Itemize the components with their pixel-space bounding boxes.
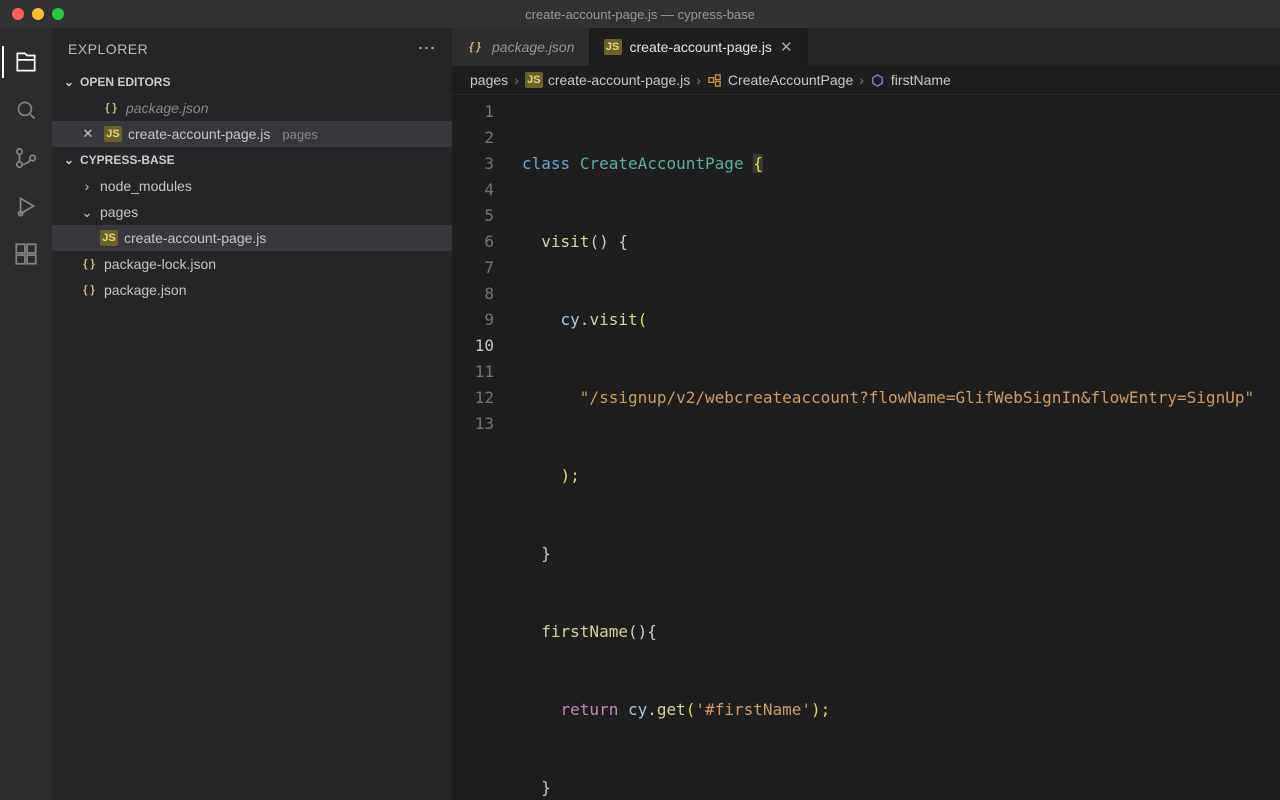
tab-bar: { } package.json JS create-account-page.… (452, 28, 1280, 66)
minimize-window-button[interactable] (32, 8, 44, 20)
json-file-icon: { } (466, 39, 484, 55)
breadcrumbs: pages › JS create-account-page.js › Crea… (452, 66, 1280, 95)
method-icon (870, 72, 886, 88)
breadcrumb-class[interactable]: CreateAccountPage (707, 72, 853, 88)
project-label: CYPRESS-BASE (80, 153, 175, 167)
json-file-icon: { } (80, 282, 98, 298)
breadcrumb-file[interactable]: JS create-account-page.js (525, 72, 690, 88)
file-label: package.json (104, 282, 187, 298)
json-file-icon: { } (102, 100, 120, 116)
explorer-sidebar: EXPLORER ⋯ ⌄ OPEN EDITORS { } package.js… (52, 28, 452, 800)
folder-label: node_modules (100, 178, 192, 194)
tab-create-account-page[interactable]: JS create-account-page.js ✕ (590, 28, 808, 66)
breadcrumb-method[interactable]: firstName (870, 72, 951, 88)
tab-package-json[interactable]: { } package.json (452, 28, 590, 66)
editor-area: { } package.json JS create-account-page.… (452, 28, 1280, 800)
json-file-icon: { } (80, 256, 98, 272)
tab-label: create-account-page.js (630, 39, 772, 55)
explorer-more-icon[interactable]: ⋯ (418, 38, 437, 59)
open-editor-label: package.json (126, 100, 209, 116)
file-create-account-page[interactable]: JS create-account-page.js (52, 225, 452, 251)
js-file-icon: JS (525, 72, 543, 88)
code-editor[interactable]: 1 2 3 4 5 6 7 8 9 10 11 12 13 class Crea… (452, 95, 1280, 800)
code-content[interactable]: class CreateAccountPage { visit() { cy.v… (512, 95, 1280, 800)
traffic-lights (0, 8, 64, 20)
chevron-right-icon: › (859, 72, 864, 88)
chevron-right-icon: › (514, 72, 519, 88)
chevron-down-icon: ⌄ (62, 153, 76, 167)
close-editor-icon[interactable]: ✕ (78, 126, 98, 142)
file-label: package-lock.json (104, 256, 216, 272)
folder-node-modules[interactable]: › node_modules (52, 173, 452, 199)
folder-label: pages (100, 204, 138, 220)
open-editor-item[interactable]: ✕ JS create-account-page.js pages (52, 121, 452, 147)
open-editor-label: create-account-page.js (128, 126, 270, 142)
tab-label: package.json (492, 39, 575, 55)
project-header[interactable]: ⌄ CYPRESS-BASE (52, 147, 452, 173)
file-package-lock[interactable]: { } package-lock.json (52, 251, 452, 277)
chevron-down-icon: ⌄ (62, 75, 76, 89)
search-activity-icon[interactable] (2, 86, 50, 134)
class-icon (707, 72, 723, 88)
chevron-down-icon: ⌄ (80, 205, 94, 219)
chevron-right-icon: › (80, 179, 94, 193)
run-debug-activity-icon[interactable] (2, 182, 50, 230)
explorer-activity-icon[interactable] (2, 38, 50, 86)
js-file-icon: JS (604, 39, 622, 55)
close-window-button[interactable] (12, 8, 24, 20)
open-editors-header[interactable]: ⌄ OPEN EDITORS (52, 69, 452, 95)
file-package-json[interactable]: { } package.json (52, 277, 452, 303)
titlebar: create-account-page.js — cypress-base (0, 0, 1280, 28)
js-file-icon: JS (104, 126, 122, 142)
explorer-title: EXPLORER (68, 41, 148, 57)
open-editor-path: pages (282, 127, 317, 142)
folder-pages[interactable]: ⌄ pages (52, 199, 452, 225)
breadcrumb-folder[interactable]: pages (470, 72, 508, 88)
source-control-activity-icon[interactable] (2, 134, 50, 182)
window-title: create-account-page.js — cypress-base (525, 7, 755, 22)
chevron-right-icon: › (696, 72, 701, 88)
extensions-activity-icon[interactable] (2, 230, 50, 278)
open-editors-label: OPEN EDITORS (80, 75, 170, 89)
tab-close-icon[interactable]: ✕ (780, 38, 793, 56)
file-label: create-account-page.js (124, 230, 266, 246)
open-editor-item[interactable]: { } package.json (52, 95, 452, 121)
js-file-icon: JS (100, 230, 118, 246)
activity-bar (0, 28, 52, 800)
line-number-gutter: 1 2 3 4 5 6 7 8 9 10 11 12 13 (452, 95, 512, 800)
maximize-window-button[interactable] (52, 8, 64, 20)
